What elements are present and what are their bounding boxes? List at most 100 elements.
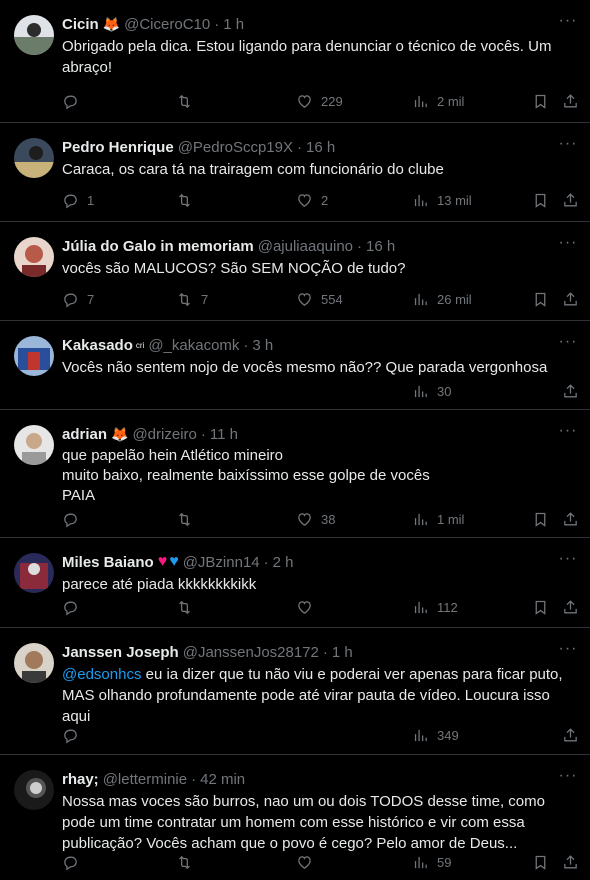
share-button[interactable] — [562, 596, 579, 618]
avatar[interactable] — [14, 138, 54, 178]
views-button[interactable]: 13 mil — [412, 189, 472, 211]
avatar[interactable] — [14, 425, 54, 465]
tweet[interactable]: Júlia do Galo in memoriam @ajuliaaquino … — [0, 222, 590, 321]
more-options-icon[interactable]: ··· — [558, 423, 578, 444]
display-name[interactable]: rhay; — [62, 771, 99, 788]
display-name[interactable]: Janssen Joseph — [62, 644, 179, 661]
display-name[interactable]: Pedro Henrique — [62, 139, 174, 156]
tweet[interactable]: Kakasado cri @_kakacomk · 3 h ··· Vocês … — [0, 321, 590, 410]
tweet-header: Miles Baiano ♥ ♥ @JBzinn14 · 2 h — [62, 552, 550, 572]
reply-button[interactable] — [62, 508, 79, 530]
avatar[interactable] — [14, 237, 54, 277]
timestamp[interactable]: 42 min — [200, 771, 245, 788]
reply-button[interactable]: 7 — [62, 288, 94, 310]
more-options-icon[interactable]: ··· — [558, 334, 578, 355]
bookmark-button[interactable] — [532, 90, 549, 112]
more-options-icon[interactable]: ··· — [558, 136, 578, 157]
share-button[interactable] — [562, 90, 579, 112]
bookmark-button[interactable] — [532, 508, 549, 530]
avatar[interactable] — [14, 553, 54, 593]
timestamp[interactable]: 2 h — [273, 554, 294, 571]
like-button[interactable]: 554 — [296, 288, 343, 310]
tweet[interactable]: adrian 🦊 @drizeiro · 11 h ··· que papelã… — [0, 410, 590, 538]
timestamp[interactable]: 1 h — [332, 644, 353, 661]
timestamp[interactable]: 1 h — [223, 16, 244, 33]
share-icon — [562, 383, 579, 400]
display-name[interactable]: Júlia do Galo in memoriam — [62, 238, 254, 255]
display-name[interactable]: Miles Baiano — [62, 554, 154, 571]
share-button[interactable] — [562, 508, 579, 530]
tweet[interactable]: Pedro Henrique @PedroSccp19X · 16 h ··· … — [0, 123, 590, 222]
timestamp[interactable]: 3 h — [252, 337, 273, 354]
timestamp[interactable]: 16 h — [366, 238, 395, 255]
reply-button[interactable] — [62, 851, 79, 873]
bookmark-button[interactable] — [532, 189, 549, 211]
avatar[interactable] — [14, 15, 54, 55]
tweet[interactable]: rhay; @letterminie · 42 min ··· Nossa ma… — [0, 755, 590, 880]
reply-button[interactable] — [62, 724, 79, 746]
more-options-icon[interactable]: ··· — [558, 13, 578, 34]
tweet-text: que papelão hein Atlético mineiro muito … — [62, 446, 574, 506]
retweet-button[interactable]: 7 — [176, 288, 208, 310]
share-button[interactable] — [562, 288, 579, 310]
like-button[interactable]: 38 — [296, 508, 335, 530]
retweet-button[interactable] — [176, 596, 193, 618]
like-button[interactable]: 2 — [296, 189, 328, 211]
username[interactable]: @PedroSccp19X — [178, 139, 293, 156]
views-button[interactable]: 2 mil — [412, 90, 464, 112]
more-options-icon[interactable]: ··· — [558, 768, 578, 789]
more-options-icon[interactable]: ··· — [558, 551, 578, 572]
timestamp[interactable]: 16 h — [306, 139, 335, 156]
share-icon — [562, 727, 579, 744]
username[interactable]: @ajuliaaquino — [258, 238, 353, 255]
reply-button[interactable]: 1 — [62, 189, 94, 211]
bookmark-button[interactable] — [532, 851, 549, 873]
username[interactable]: @JanssenJos28172 — [183, 644, 319, 661]
fox-emoji-icon: 🦊 — [111, 425, 129, 442]
tweet[interactable]: Cicin 🦊 @CiceroC10 · 1 h ··· Obrigado pe… — [0, 0, 590, 123]
retweet-icon — [176, 511, 193, 528]
like-button[interactable] — [296, 596, 313, 618]
share-button[interactable] — [562, 189, 579, 211]
like-button[interactable]: 229 — [296, 90, 343, 112]
views-button[interactable]: 26 mil — [412, 288, 472, 310]
views-button[interactable]: 1 mil — [412, 508, 464, 530]
username[interactable]: @_kakacomk — [148, 337, 239, 354]
like-button[interactable] — [296, 851, 313, 873]
display-name[interactable]: Cicin — [62, 16, 99, 33]
avatar[interactable] — [14, 643, 54, 683]
username[interactable]: @drizeiro — [132, 426, 196, 443]
retweet-button[interactable] — [176, 90, 201, 112]
username[interactable]: @CiceroC10 — [124, 16, 210, 33]
more-options-icon[interactable]: ··· — [558, 641, 578, 662]
mention-link[interactable]: @edsonhcs — [62, 666, 141, 683]
display-name[interactable]: adrian — [62, 426, 107, 443]
retweet-button[interactable] — [176, 851, 193, 873]
avatar[interactable] — [14, 770, 54, 810]
views-button[interactable]: 30 — [412, 380, 451, 402]
reply-icon — [62, 599, 79, 616]
views-button[interactable]: 112 — [412, 596, 458, 618]
reply-button[interactable] — [62, 90, 87, 112]
username[interactable]: @letterminie — [103, 771, 187, 788]
tweet-text-line: vocês são MALUCOS? São SEM NOÇÃO de tudo… — [62, 260, 406, 277]
views-button[interactable]: 349 — [412, 724, 459, 746]
tweet[interactable]: Janssen Joseph @JanssenJos28172 · 1 h ··… — [0, 628, 590, 755]
reply-button[interactable] — [62, 596, 79, 618]
tweet[interactable]: Miles Baiano ♥ ♥ @JBzinn14 · 2 h ··· par… — [0, 538, 590, 628]
share-button[interactable] — [562, 851, 579, 873]
share-button[interactable] — [562, 724, 579, 746]
bookmark-button[interactable] — [532, 288, 549, 310]
separator-dot: · — [214, 15, 220, 33]
username[interactable]: @JBzinn14 — [183, 554, 260, 571]
tweet-header: Cicin 🦊 @CiceroC10 · 1 h — [62, 14, 550, 34]
display-name[interactable]: Kakasado — [62, 337, 133, 354]
retweet-button[interactable] — [176, 189, 201, 211]
share-button[interactable] — [562, 380, 579, 402]
more-options-icon[interactable]: ··· — [558, 235, 578, 256]
avatar[interactable] — [14, 336, 54, 376]
timestamp[interactable]: 11 h — [210, 426, 238, 443]
views-button[interactable]: 59 — [412, 851, 451, 873]
retweet-button[interactable] — [176, 508, 193, 530]
bookmark-button[interactable] — [532, 596, 549, 618]
